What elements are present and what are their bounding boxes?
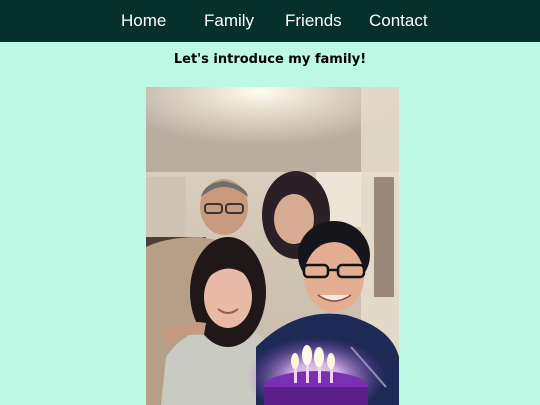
family-photo [146, 87, 399, 405]
top-navbar: Home Family Friends Contact [0, 0, 540, 42]
nav-link-home[interactable]: Home [121, 0, 166, 42]
nav-link-friends[interactable]: Friends [285, 0, 342, 42]
nav-link-family[interactable]: Family [204, 0, 254, 42]
nav-link-contact[interactable]: Contact [369, 0, 428, 42]
page-heading: Let's introduce my family! [173, 52, 367, 67]
